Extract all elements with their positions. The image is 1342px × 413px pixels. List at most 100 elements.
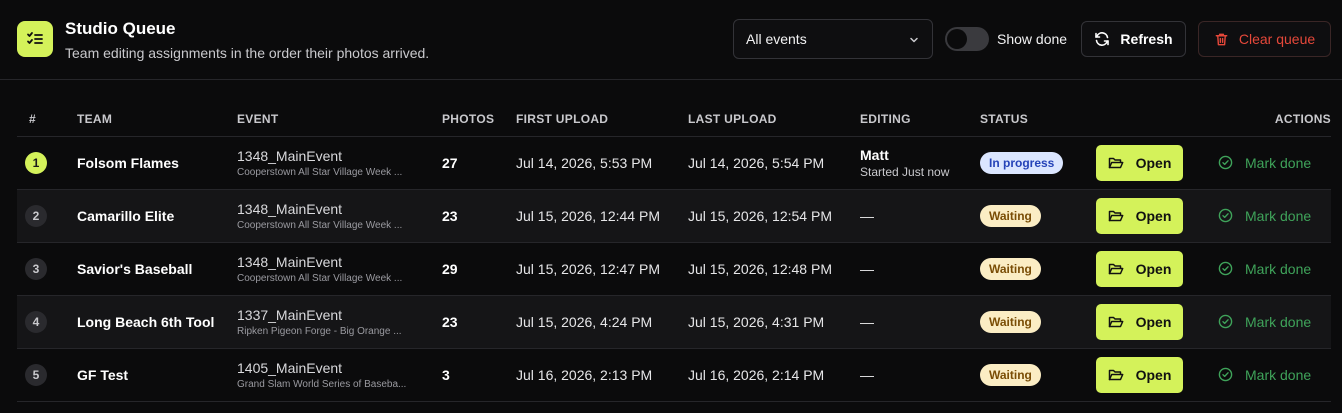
rank-badge: 5 xyxy=(25,363,47,386)
mark-done-button[interactable]: Mark done xyxy=(1218,314,1331,330)
event-filter-value: All events xyxy=(746,31,807,47)
queue-table: # TEAM EVENT PHOTOS FIRST UPLOAD LAST UP… xyxy=(17,102,1331,402)
col-actions: ACTIONS xyxy=(1196,102,1331,137)
editor-started: Started Just now xyxy=(860,164,950,179)
cell-last-upload: Jul 15, 2026, 12:48 PM xyxy=(688,242,860,296)
event-filter-select[interactable]: All events xyxy=(733,19,933,59)
editor-empty: — xyxy=(860,366,874,383)
toggle-knob xyxy=(947,29,967,49)
event-name: 1405_MainEvent xyxy=(237,359,343,376)
last-upload-date: Jul 15, 2026, 12:48 PM xyxy=(688,260,832,277)
open-button[interactable]: Open xyxy=(1096,250,1183,287)
open-button[interactable]: Open xyxy=(1096,303,1183,340)
mark-done-label: Mark done xyxy=(1245,313,1312,330)
refresh-button[interactable]: Refresh xyxy=(1081,21,1186,57)
table-row: 1 Folsom Flames 1348_MainEvent Coopersto… xyxy=(17,136,1331,190)
col-num: # xyxy=(17,102,77,137)
cell-first-upload: Jul 16, 2026, 2:13 PM xyxy=(516,348,688,402)
mark-done-button[interactable]: Mark done xyxy=(1218,155,1331,171)
cell-event: 1348_MainEvent Cooperstown All Star Vill… xyxy=(237,136,442,190)
clear-queue-button[interactable]: Clear queue xyxy=(1198,21,1331,57)
refresh-icon xyxy=(1095,32,1110,46)
folder-open-icon xyxy=(1108,157,1124,168)
cell-team: Folsom Flames xyxy=(77,136,237,190)
cell-editing: — xyxy=(860,295,980,349)
rank-badge: 1 xyxy=(25,151,47,174)
open-label: Open xyxy=(1135,260,1172,277)
event-description: Cooperstown All Star Village Week ... xyxy=(237,219,403,231)
check-circle-icon xyxy=(1218,155,1233,170)
cell-photos: 3 xyxy=(442,348,516,402)
cell-rank: 5 xyxy=(17,348,77,402)
cell-photos: 23 xyxy=(442,295,516,349)
folder-open-icon xyxy=(1108,369,1124,380)
col-editing: EDITING xyxy=(860,102,980,137)
col-first-upload: FIRST UPLOAD xyxy=(516,102,688,137)
rank-badge: 4 xyxy=(25,310,47,333)
col-photos: PHOTOS xyxy=(442,102,516,137)
check-circle-icon xyxy=(1218,261,1233,276)
cell-mark-done: Mark done xyxy=(1196,295,1331,349)
event-description: Cooperstown All Star Village Week ... xyxy=(237,272,403,284)
event-name: 1348_MainEvent xyxy=(237,147,343,164)
mark-done-label: Mark done xyxy=(1245,207,1312,224)
cell-event: 1348_MainEvent Cooperstown All Star Vill… xyxy=(237,189,442,243)
cell-open: Open xyxy=(1096,348,1196,402)
cell-team: Camarillo Elite xyxy=(77,189,237,243)
status-badge: Waiting xyxy=(980,363,1041,386)
table-row: 4 Long Beach 6th Tool 1337_MainEvent Rip… xyxy=(17,295,1331,349)
last-upload-date: Jul 14, 2026, 5:54 PM xyxy=(688,154,825,171)
status-badge: Waiting xyxy=(980,310,1041,333)
photo-count: 3 xyxy=(442,366,450,383)
show-done-toggle[interactable] xyxy=(945,27,989,51)
editor-empty: — xyxy=(860,313,874,330)
clear-queue-label: Clear queue xyxy=(1238,31,1316,47)
cell-mark-done: Mark done xyxy=(1196,348,1331,402)
cell-status: Waiting xyxy=(980,189,1096,243)
mark-done-button[interactable]: Mark done xyxy=(1218,367,1331,383)
trash-icon xyxy=(1215,33,1228,45)
team-name: Long Beach 6th Tool xyxy=(77,313,215,330)
col-event: EVENT xyxy=(237,102,442,137)
open-label: Open xyxy=(1135,154,1172,171)
open-button[interactable]: Open xyxy=(1096,356,1183,393)
team-name: GF Test xyxy=(77,366,129,383)
folder-open-icon xyxy=(1108,316,1124,327)
col-last-upload: LAST UPLOAD xyxy=(688,102,860,137)
event-name: 1348_MainEvent xyxy=(237,253,343,270)
cell-first-upload: Jul 15, 2026, 4:24 PM xyxy=(516,295,688,349)
editor-empty: — xyxy=(860,207,874,224)
mark-done-button[interactable]: Mark done xyxy=(1218,208,1331,224)
folder-open-icon xyxy=(1108,263,1124,274)
page-subtitle: Team editing assignments in the order th… xyxy=(65,45,430,61)
cell-first-upload: Jul 15, 2026, 12:44 PM xyxy=(516,189,688,243)
cell-last-upload: Jul 15, 2026, 4:31 PM xyxy=(688,295,860,349)
cell-editing: — xyxy=(860,348,980,402)
photo-count: 29 xyxy=(442,260,458,277)
open-button[interactable]: Open xyxy=(1096,144,1183,181)
cell-last-upload: Jul 15, 2026, 12:54 PM xyxy=(688,189,860,243)
page-header: Studio Queue Team editing assignments in… xyxy=(0,0,1342,80)
cell-team: Long Beach 6th Tool xyxy=(77,295,237,349)
open-label: Open xyxy=(1135,313,1172,330)
col-team: TEAM xyxy=(77,102,237,137)
cell-mark-done: Mark done xyxy=(1196,242,1331,296)
cell-rank: 2 xyxy=(17,189,77,243)
open-button[interactable]: Open xyxy=(1096,197,1183,234)
cell-team: Savior's Baseball xyxy=(77,242,237,296)
cell-editing: — xyxy=(860,189,980,243)
mark-done-button[interactable]: Mark done xyxy=(1218,261,1331,277)
cell-mark-done: Mark done xyxy=(1196,136,1331,190)
event-description: Ripken Pigeon Forge - Big Orange ... xyxy=(237,325,402,337)
event-name: 1337_MainEvent xyxy=(237,306,343,323)
open-label: Open xyxy=(1135,366,1172,383)
cell-editing: Matt Started Just now xyxy=(860,136,980,190)
open-label: Open xyxy=(1135,207,1172,224)
table-row: 2 Camarillo Elite 1348_MainEvent Coopers… xyxy=(17,189,1331,243)
cell-open: Open xyxy=(1096,242,1196,296)
show-done-toggle-group: Show done xyxy=(945,27,1067,51)
editor-name: Matt xyxy=(860,146,889,163)
last-upload-date: Jul 16, 2026, 2:14 PM xyxy=(688,366,825,383)
col-spacer xyxy=(1096,102,1196,137)
check-circle-icon xyxy=(1218,208,1233,223)
